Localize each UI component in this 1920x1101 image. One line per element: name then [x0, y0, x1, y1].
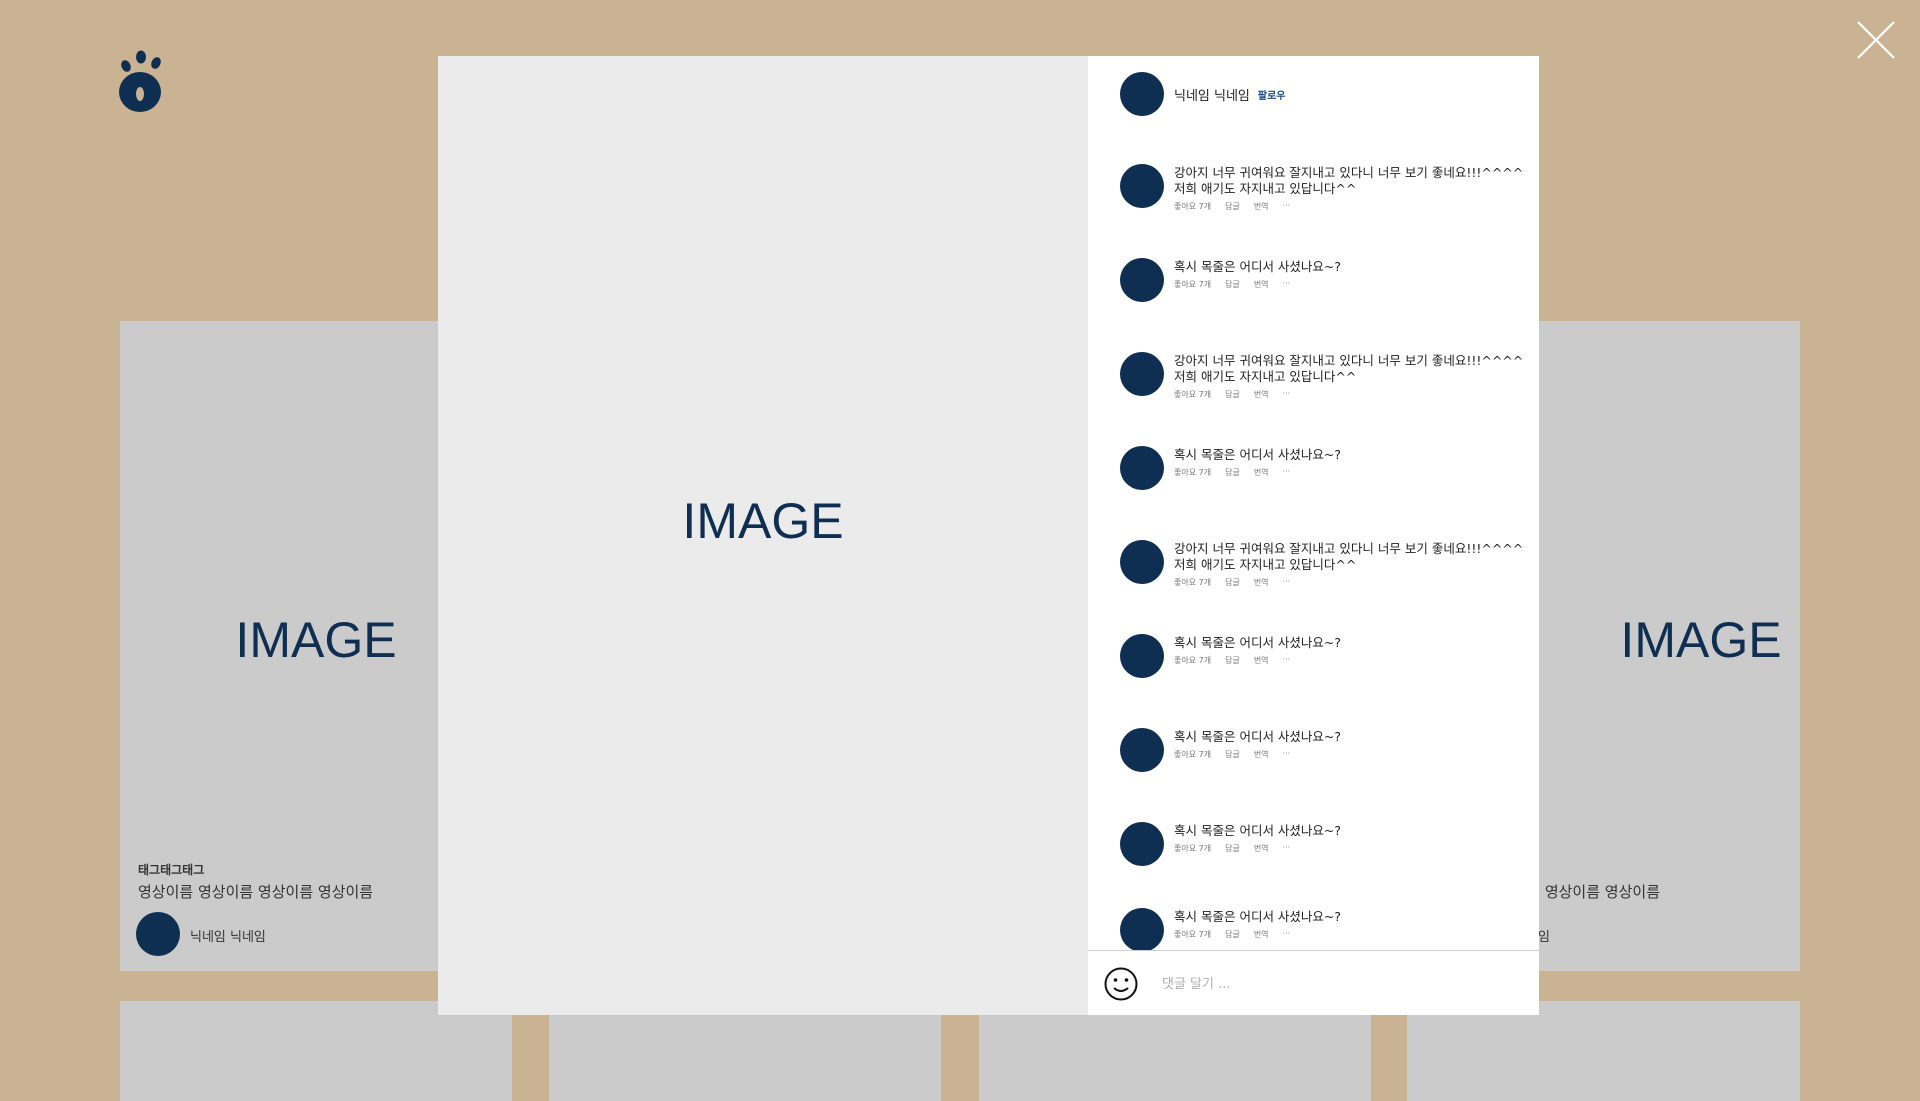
comment-item: 혹시 목줄은 어디서 사셨나요~? 좋아요 7개 답글 번역 ···	[1120, 634, 1341, 678]
comment-item: 강아지 너무 귀여워요 잘지내고 있다니 너무 보기 좋네요!!!^^^^ 저희…	[1120, 540, 1523, 588]
reply-button[interactable]: 답글	[1225, 279, 1240, 290]
more-icon[interactable]: ···	[1283, 843, 1291, 854]
follow-button[interactable]: 팔로우	[1258, 87, 1286, 102]
comment-item: 혹시 목줄은 어디서 사셨나요~? 좋아요 7개 답글 번역 ···	[1120, 446, 1341, 490]
translate-button[interactable]: 번역	[1254, 389, 1269, 400]
comment-item: 혹시 목줄은 어디서 사셨나요~? 좋아요 7개 답글 번역 ···	[1120, 728, 1341, 772]
more-icon[interactable]: ···	[1283, 467, 1291, 478]
post-author: 닉네임 닉네임 팔로우	[1120, 72, 1286, 116]
smile-icon[interactable]	[1104, 967, 1138, 1001]
avatar[interactable]	[1120, 540, 1164, 584]
more-icon[interactable]: ···	[1283, 201, 1291, 212]
video-card[interactable]	[120, 1001, 512, 1101]
like-count[interactable]: 좋아요 7개	[1174, 749, 1211, 760]
comment-text: 강아지 너무 귀여워요 잘지내고 있다니 너무 보기 좋네요!!!^^^^ 저희…	[1174, 541, 1524, 572]
avatar[interactable]	[1120, 164, 1164, 208]
comment-text: 혹시 목줄은 어디서 사셨나요~?	[1174, 823, 1342, 838]
translate-button[interactable]: 번역	[1254, 467, 1269, 478]
card-tag[interactable]: 태그태그태그	[138, 861, 204, 878]
like-count[interactable]: 좋아요 7개	[1174, 577, 1211, 588]
post-modal: IMAGE 닉네임 닉네임 팔로우 강아지 너무 귀여워요 잘지내고 있다니 너…	[438, 56, 1539, 1015]
like-count[interactable]: 좋아요 7개	[1174, 201, 1211, 212]
comment-list[interactable]: 닉네임 닉네임 팔로우 강아지 너무 귀여워요 잘지내고 있다니 너무 보기 좋…	[1088, 56, 1539, 950]
reply-button[interactable]: 답글	[1225, 577, 1240, 588]
like-count[interactable]: 좋아요 7개	[1174, 467, 1211, 478]
reply-button[interactable]: 답글	[1225, 201, 1240, 212]
avatar[interactable]	[1120, 72, 1164, 116]
comment-item: 혹시 목줄은 어디서 사셨나요~? 좋아요 7개 답글 번역 ···	[1120, 258, 1341, 302]
translate-button[interactable]: 번역	[1254, 749, 1269, 760]
video-card[interactable]	[549, 1001, 941, 1101]
reply-button[interactable]: 답글	[1225, 655, 1240, 666]
card-title[interactable]: 영상이름 영상이름 영상이름 영상이름	[138, 881, 373, 902]
comment-input-bar	[1088, 950, 1539, 1015]
video-card[interactable]	[1407, 1001, 1800, 1101]
translate-button[interactable]: 번역	[1254, 201, 1269, 212]
reply-button[interactable]: 답글	[1225, 749, 1240, 760]
comment-text: 혹시 목줄은 어디서 사셨나요~?	[1174, 909, 1342, 924]
comment-text: 혹시 목줄은 어디서 사셨나요~?	[1174, 635, 1342, 650]
avatar[interactable]	[1120, 258, 1164, 302]
translate-button[interactable]: 번역	[1254, 577, 1269, 588]
image-placeholder: IMAGE	[682, 492, 844, 549]
avatar[interactable]	[1120, 908, 1164, 950]
avatar[interactable]	[1120, 728, 1164, 772]
like-count[interactable]: 좋아요 7개	[1174, 843, 1211, 854]
close-icon[interactable]	[1856, 20, 1896, 60]
more-icon[interactable]: ···	[1283, 655, 1291, 666]
reply-button[interactable]: 답글	[1225, 843, 1240, 854]
like-count[interactable]: 좋아요 7개	[1174, 655, 1211, 666]
comment-item: 혹시 목줄은 어디서 사셨나요~? 좋아요 7개 답글 번역 ···	[1120, 822, 1341, 866]
comment-item: 혹시 목줄은 어디서 사셨나요~? 좋아요 7개 답글 번역 ···	[1120, 908, 1341, 950]
post-image: IMAGE	[438, 56, 1088, 1015]
video-card[interactable]	[979, 1001, 1371, 1101]
more-icon[interactable]: ···	[1283, 929, 1291, 940]
comment-text: 혹시 목줄은 어디서 사셨나요~?	[1174, 729, 1342, 744]
reply-button[interactable]: 답글	[1225, 389, 1240, 400]
reply-button[interactable]: 답글	[1225, 929, 1240, 940]
comment-panel: 닉네임 닉네임 팔로우 강아지 너무 귀여워요 잘지내고 있다니 너무 보기 좋…	[1088, 56, 1539, 1015]
avatar[interactable]	[136, 912, 180, 956]
translate-button[interactable]: 번역	[1254, 279, 1269, 290]
author-nickname[interactable]: 닉네임 닉네임	[1174, 85, 1250, 104]
more-icon[interactable]: ···	[1283, 389, 1291, 400]
avatar[interactable]	[1120, 352, 1164, 396]
more-icon[interactable]: ···	[1283, 279, 1291, 290]
avatar[interactable]	[1120, 634, 1164, 678]
card-nickname[interactable]: 닉네임 닉네임	[190, 926, 266, 945]
comment-item: 강아지 너무 귀여워요 잘지내고 있다니 너무 보기 좋네요!!!^^^^ 저희…	[1120, 352, 1523, 400]
card-nickname[interactable]: 임	[1538, 926, 1550, 945]
more-icon[interactable]: ···	[1283, 577, 1291, 588]
comment-text: 혹시 목줄은 어디서 사셨나요~?	[1174, 447, 1342, 462]
translate-button[interactable]: 번역	[1254, 929, 1269, 940]
more-icon[interactable]: ···	[1283, 749, 1291, 760]
avatar[interactable]	[1120, 446, 1164, 490]
reply-button[interactable]: 답글	[1225, 467, 1240, 478]
comment-input[interactable]	[1160, 971, 1514, 997]
comment-text: 강아지 너무 귀여워요 잘지내고 있다니 너무 보기 좋네요!!!^^^^ 저희…	[1174, 353, 1524, 384]
like-count[interactable]: 좋아요 7개	[1174, 389, 1211, 400]
translate-button[interactable]: 번역	[1254, 655, 1269, 666]
avatar[interactable]	[1120, 822, 1164, 866]
like-count[interactable]: 좋아요 7개	[1174, 279, 1211, 290]
translate-button[interactable]: 번역	[1254, 843, 1269, 854]
comment-item: 강아지 너무 귀여워요 잘지내고 있다니 너무 보기 좋네요!!!^^^^ 저희…	[1120, 164, 1523, 212]
comment-text: 혹시 목줄은 어디서 사셨나요~?	[1174, 259, 1342, 274]
comment-text: 강아지 너무 귀여워요 잘지내고 있다니 너무 보기 좋네요!!!^^^^ 저희…	[1174, 165, 1524, 196]
like-count[interactable]: 좋아요 7개	[1174, 929, 1211, 940]
paw-logo-icon[interactable]	[118, 50, 168, 112]
card-title[interactable]: 영상이름 영상이름	[1545, 881, 1660, 902]
